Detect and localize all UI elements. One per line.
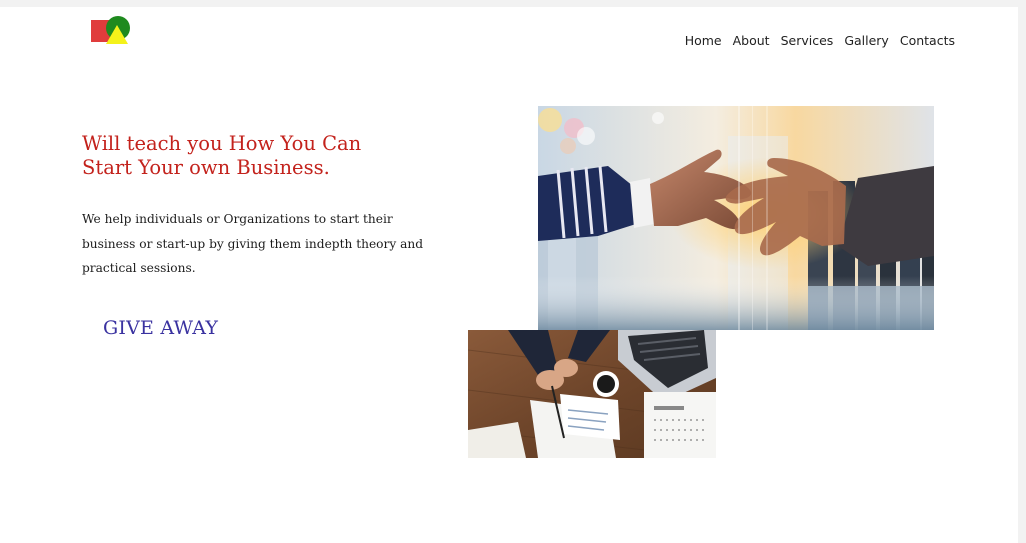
nav-item-services[interactable]: Services (781, 33, 834, 48)
hero-description-line3: practical sessions. (82, 261, 196, 275)
page: Home About Services Gallery Contacts Wil… (0, 7, 1018, 543)
hero-description-line1: We help individuals or Organizations to … (82, 212, 393, 226)
hero-title: Will teach you How You Can Start Your ow… (82, 132, 422, 180)
office-desk-documents-photo (468, 330, 716, 458)
hero-description: We help individuals or Organizations to … (82, 207, 432, 281)
main-nav: Home About Services Gallery Contacts (674, 33, 955, 48)
hero-title-line1: Will teach you How You Can (82, 132, 362, 155)
hero-description-line2: business or start-up by giving them inde… (82, 236, 424, 251)
handshake-city-photo (538, 106, 934, 330)
nav-item-contacts[interactable]: Contacts (900, 33, 955, 48)
nav-item-gallery[interactable]: Gallery (844, 33, 889, 48)
logo-icon[interactable] (90, 15, 132, 47)
nav-item-home[interactable]: Home (685, 33, 722, 48)
give-away-button[interactable]: GIVE AWAY (103, 317, 218, 339)
hero-title-line2: Start Your own Business. (82, 156, 330, 179)
nav-item-about[interactable]: About (733, 33, 770, 48)
